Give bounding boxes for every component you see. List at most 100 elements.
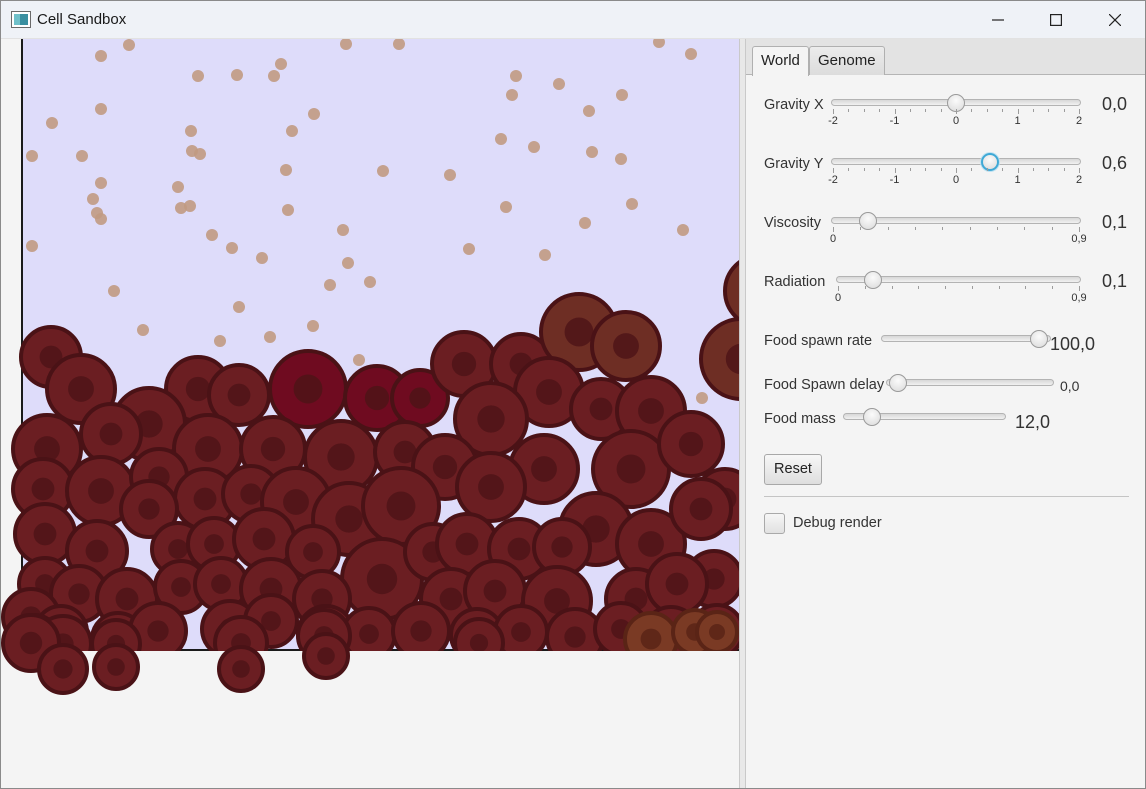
food-particle — [26, 150, 38, 162]
food-mass-slider-thumb[interactable] — [862, 408, 881, 426]
cell-nucleus — [439, 587, 463, 611]
food-particle — [616, 89, 628, 101]
food-particle — [26, 240, 38, 252]
gravity-x-tick — [971, 109, 973, 112]
food-particle — [87, 193, 99, 205]
maximize-icon — [1050, 14, 1062, 26]
cell-nucleus — [689, 497, 713, 521]
viscosity-tick — [860, 227, 862, 230]
reset-button[interactable]: Reset — [764, 454, 822, 485]
food-particle — [539, 249, 551, 261]
gravity-y-tick — [1063, 168, 1065, 171]
food-particle — [463, 243, 475, 255]
maximize-button[interactable] — [1027, 1, 1085, 39]
food-particle — [528, 141, 540, 153]
cell-nucleus — [536, 379, 562, 405]
viscosity-value: 0,1 — [1102, 212, 1128, 232]
cell-nucleus — [432, 454, 458, 480]
cell-nucleus — [168, 539, 188, 559]
gravity-x-tick-label: 0 — [952, 115, 960, 127]
cell-nucleus — [138, 498, 160, 520]
minimize-icon — [992, 19, 1004, 21]
cell-nucleus — [665, 572, 689, 596]
food-particle — [226, 242, 238, 254]
food-particle — [194, 148, 206, 160]
cell-nucleus — [53, 659, 73, 679]
gravity-y-slider-thumb[interactable] — [980, 153, 999, 171]
food-particle — [286, 125, 298, 137]
food-spawn-rate-slider-track[interactable] — [881, 335, 1051, 342]
gravity-x-tick-label: 1 — [1014, 115, 1021, 127]
food-particle — [626, 198, 638, 210]
minimize-button[interactable] — [969, 1, 1027, 39]
gravity-x-tick — [925, 109, 927, 112]
radiation-value: 0,1 — [1102, 271, 1128, 291]
gravity-y-tick — [879, 168, 881, 171]
simulation-canvas[interactable] — [1, 39, 739, 788]
food-mass-label: Food mass — [764, 411, 836, 427]
gravity-x-tick-label: -2 — [828, 115, 838, 127]
radiation-tick-label: 0,9 — [1071, 292, 1087, 304]
gravity-y-tick — [956, 168, 957, 173]
food-particle — [95, 50, 107, 62]
cell-nucleus — [99, 422, 123, 446]
food-particle — [307, 320, 319, 332]
simulation-viewport[interactable] — [1, 39, 739, 788]
gravity-x-tick — [833, 109, 834, 114]
gravity-x-value: 0,0 — [1102, 94, 1128, 114]
food-particle — [444, 169, 456, 181]
tab-genome[interactable]: Genome — [809, 46, 885, 75]
gravity-x-tick — [909, 109, 911, 112]
food-spawn-rate-label: Food spawn rate — [764, 333, 873, 349]
cell-nucleus — [511, 622, 531, 642]
food-particle — [553, 78, 565, 90]
cell-nucleus — [68, 583, 90, 605]
food-spawn-delay-slider-track[interactable] — [886, 379, 1054, 386]
cell-nucleus — [193, 487, 217, 511]
food-particle — [696, 392, 708, 404]
cell-nucleus — [551, 536, 573, 558]
gravity-y-tick — [1017, 168, 1019, 173]
debug-render-checkbox[interactable] — [764, 513, 785, 534]
cell-nucleus — [386, 491, 416, 521]
radiation-slider-thumb[interactable] — [863, 271, 882, 289]
food-particle — [123, 39, 135, 51]
food-particle — [256, 252, 268, 264]
cell-nucleus — [19, 631, 43, 655]
food-spawn-delay-slider-thumb[interactable] — [889, 374, 907, 392]
tab-world[interactable]: World — [752, 46, 809, 76]
viscosity-tick — [942, 227, 944, 230]
cell-nucleus — [335, 505, 363, 533]
gravity-y-tick-label: 0 — [952, 174, 960, 186]
food-particle — [184, 200, 196, 212]
cell-nucleus — [359, 624, 379, 644]
food-particle — [95, 103, 107, 115]
gravity-x-tick — [940, 109, 942, 112]
viscosity-tick — [915, 227, 916, 230]
gravity-x-tick — [986, 109, 988, 112]
gravity-y-tick — [833, 168, 834, 173]
gravity-y-slider-track[interactable] — [831, 158, 1081, 165]
viscosity-tick — [1051, 227, 1053, 230]
viscosity-slider-thumb[interactable] — [859, 212, 878, 230]
gravity-y-tick — [1079, 168, 1080, 173]
viscosity-label: Viscosity — [764, 215, 821, 231]
food-particle — [337, 224, 349, 236]
gravity-x-tick — [1063, 109, 1065, 112]
cell-nucleus — [640, 628, 662, 650]
close-button[interactable] — [1086, 1, 1144, 39]
viscosity-tick — [969, 227, 971, 230]
gravity-y-tick-label: 1 — [1014, 174, 1021, 186]
cell-nucleus — [410, 620, 432, 642]
food-spawn-delay-label: Food Spawn delay — [764, 377, 885, 393]
gravity-y-tick — [1048, 168, 1050, 171]
cell-nucleus — [564, 626, 586, 648]
food-spawn-rate-slider-thumb[interactable] — [1030, 330, 1048, 348]
food-particle — [172, 181, 184, 193]
food-particle — [275, 58, 287, 70]
split-pane-divider[interactable] — [739, 39, 746, 788]
gravity-y-tick — [1002, 168, 1004, 171]
cell-nucleus — [252, 527, 276, 551]
radiation-tick — [1079, 286, 1080, 291]
food-particle — [95, 177, 107, 189]
